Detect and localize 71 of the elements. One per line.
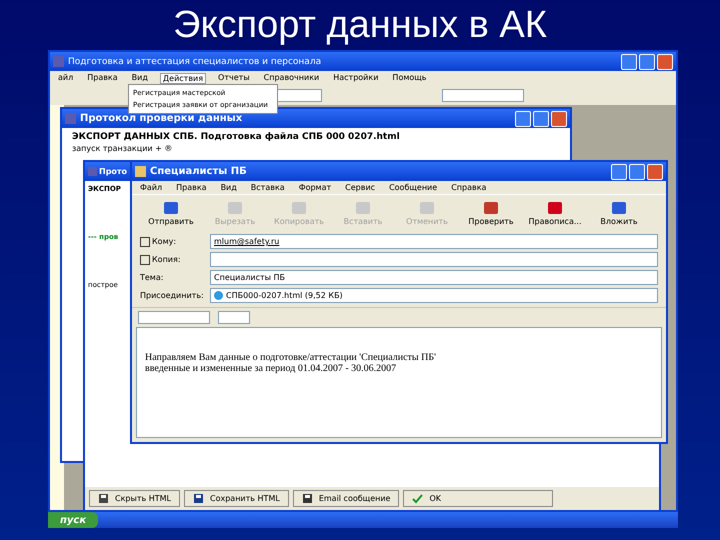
slide-title: Экспорт данных в АК bbox=[172, 4, 548, 47]
window-title: Специалисты ПБ bbox=[150, 166, 247, 177]
toolbar-icon bbox=[609, 199, 629, 217]
menu-item[interactable]: Вид bbox=[218, 183, 239, 192]
minimize-button[interactable] bbox=[515, 110, 531, 126]
message-line: введенные и измененные за период 01.04.2007 - 30.06.2007 bbox=[145, 363, 398, 374]
app-icon bbox=[88, 167, 97, 176]
toolbar-icon bbox=[161, 199, 181, 217]
toolbar-button[interactable]: Правописа... bbox=[524, 197, 586, 228]
size-combo[interactable] bbox=[218, 311, 250, 324]
input-field[interactable] bbox=[210, 252, 658, 267]
menu-item[interactable]: Сервис bbox=[343, 183, 378, 192]
input-field[interactable]: Специалисты ПБ bbox=[210, 270, 658, 285]
menu-item[interactable]: айл bbox=[56, 73, 76, 84]
message-body[interactable]: Направляем Вам данные о подготовке/аттестации 'Специалисты ПБ' введенные и измененные за период 01.04.2007 - 30.06.2007 bbox=[136, 327, 662, 438]
protocol-line: запуск транзакции + ® bbox=[72, 144, 174, 153]
input-field[interactable]: mlum@safety.ru bbox=[210, 234, 658, 249]
app-icon bbox=[65, 113, 76, 124]
menu-item[interactable]: Формат bbox=[296, 183, 334, 192]
button-icon bbox=[302, 493, 313, 504]
menu-item[interactable]: Справочники bbox=[262, 73, 322, 84]
start-button[interactable]: пуск bbox=[48, 512, 98, 528]
toolbar-button[interactable]: Проверить bbox=[460, 197, 522, 228]
maximize-button[interactable] bbox=[533, 110, 549, 126]
font-combo[interactable] bbox=[138, 311, 210, 324]
dialog-button[interactable]: Сохранить HTML bbox=[184, 490, 289, 507]
menu-item[interactable]: Файл bbox=[138, 183, 164, 192]
protocol-heading: ЭКСПОРТ ДАННЫХ СПБ. Подготовка файла СПБ 000 0207.html bbox=[72, 132, 401, 142]
maximize-button[interactable] bbox=[629, 164, 645, 180]
field-label: Присоединить: bbox=[140, 291, 205, 300]
menu-item[interactable]: Правка bbox=[174, 183, 209, 192]
field-label: Копия: bbox=[140, 254, 210, 264]
menu-item[interactable]: Сообщение bbox=[387, 183, 440, 192]
menu-item[interactable]: Отчеты bbox=[216, 73, 252, 84]
toolbar-icon bbox=[545, 199, 565, 217]
dialog-button[interactable]: OK bbox=[403, 490, 554, 507]
minimize-button[interactable] bbox=[611, 164, 627, 180]
menu-item[interactable]: Настройки bbox=[331, 73, 380, 84]
minimize-button[interactable] bbox=[621, 54, 637, 70]
menu-item[interactable]: Вид bbox=[130, 73, 150, 84]
input-field[interactable]: СПБ000-0207.html (9,52 КБ) bbox=[210, 288, 658, 303]
window-title: Протокол проверки данных bbox=[80, 113, 242, 124]
toolbar-icon bbox=[289, 199, 309, 217]
toolbar-button[interactable]: Вложить bbox=[588, 197, 650, 228]
dialog-button[interactable]: Email сообщение bbox=[292, 490, 400, 507]
window-title: Прото bbox=[99, 167, 128, 176]
envelope-icon bbox=[135, 166, 146, 177]
toolbar-icon bbox=[225, 199, 245, 217]
field-label: Кому: bbox=[140, 236, 210, 246]
app-icon bbox=[53, 56, 64, 67]
dialog-button[interactable]: Скрыть HTML bbox=[89, 490, 180, 507]
menu-item[interactable]: Вставка bbox=[248, 183, 287, 192]
toolbar-icon bbox=[417, 199, 437, 217]
menu-item[interactable]: Справка bbox=[449, 183, 488, 192]
menu-item[interactable]: Действия bbox=[160, 73, 206, 84]
message-line: Направляем Вам данные о подготовке/аттестации 'Специалисты ПБ' bbox=[145, 352, 437, 363]
menu-item[interactable]: Правка bbox=[85, 73, 120, 84]
toolbar-icon bbox=[353, 199, 373, 217]
field-label: Тема: bbox=[140, 273, 164, 282]
menu-item[interactable]: Помощь bbox=[390, 73, 429, 84]
close-button[interactable] bbox=[657, 54, 673, 70]
toolbar-button[interactable]: Отправить bbox=[140, 197, 202, 228]
maximize-button[interactable] bbox=[639, 54, 655, 70]
button-icon bbox=[193, 493, 204, 504]
button-icon bbox=[98, 493, 109, 504]
combo-box[interactable] bbox=[442, 89, 524, 102]
checkmark-icon bbox=[412, 493, 424, 504]
window-title: Подготовка и аттестация специалистов и персонала bbox=[68, 56, 322, 66]
close-button[interactable] bbox=[647, 164, 663, 180]
toolbar-icon bbox=[481, 199, 501, 217]
close-button[interactable] bbox=[551, 110, 567, 126]
